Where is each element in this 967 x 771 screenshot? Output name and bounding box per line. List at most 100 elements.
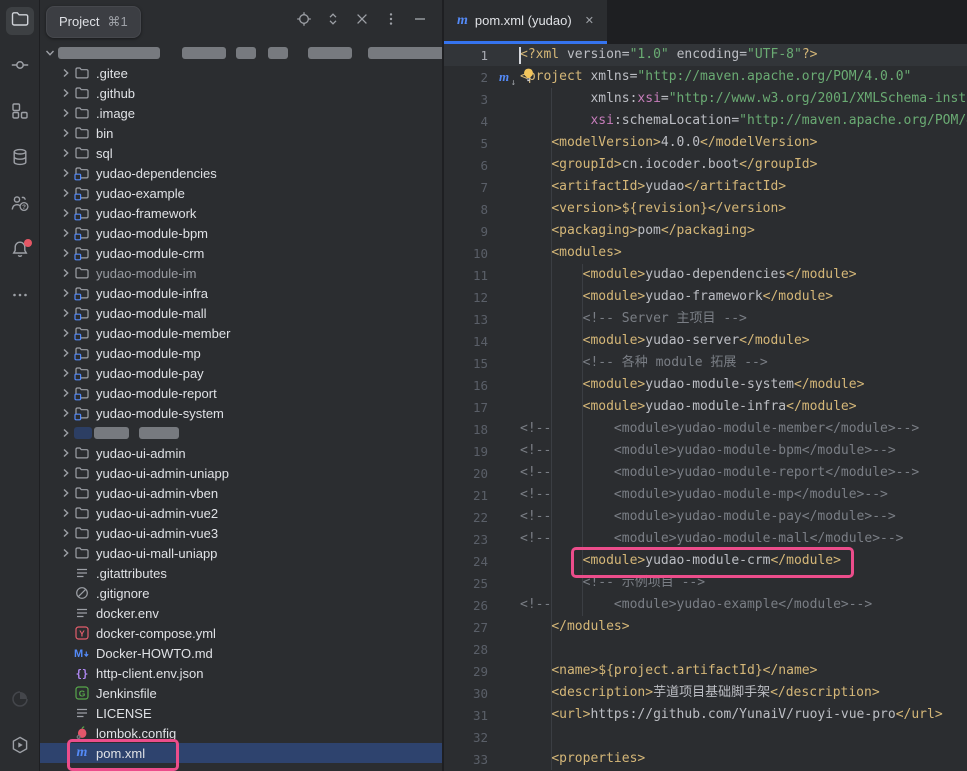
code-line-3[interactable]: 3 xmlns:xsi="http://www.w3.org/2001/XMLS…: [444, 88, 967, 110]
code-line-24[interactable]: 24 <module>yudao-module-crm</module>: [444, 550, 967, 572]
chevron-right-icon[interactable]: [58, 505, 74, 521]
code-line-32[interactable]: 32: [444, 726, 967, 748]
tree-item-yudao-module-system[interactable]: yudao-module-system: [40, 403, 442, 423]
tree-item-yudao-ui-admin-vue3[interactable]: yudao-ui-admin-vue3: [40, 523, 442, 543]
tree-item--gitattributes[interactable]: .gitattributes: [40, 563, 442, 583]
tree-item-yudao-ui-mall-uniapp[interactable]: yudao-ui-mall-uniapp: [40, 543, 442, 563]
tree-item-pom-xml[interactable]: mpom.xml: [40, 743, 442, 763]
chevron-right-icon[interactable]: [58, 465, 74, 481]
code-line-16[interactable]: 16 <module>yudao-module-system</module>: [444, 374, 967, 396]
code-line-4[interactable]: 4 xsi:schemaLocation="http://maven.apach…: [444, 110, 967, 132]
chevron-down-icon[interactable]: [42, 45, 58, 61]
activity-bar-structure-button[interactable]: [6, 99, 34, 127]
code-line-28[interactable]: 28: [444, 638, 967, 660]
tree-item-yudao-module-member[interactable]: yudao-module-member: [40, 323, 442, 343]
hide-button[interactable]: [410, 12, 430, 32]
code-line-33[interactable]: 33 <properties>: [444, 748, 967, 770]
code-line-22[interactable]: 22<!-- <module>yudao-module-pay</module>…: [444, 506, 967, 528]
code-line-15[interactable]: 15 <!-- 各种 module 拓展 -->: [444, 352, 967, 374]
chevron-right-icon[interactable]: [58, 365, 74, 381]
collapse-all-button[interactable]: [352, 12, 372, 32]
code-line-23[interactable]: 23<!-- <module>yudao-module-mall</module…: [444, 528, 967, 550]
chevron-right-icon[interactable]: [58, 245, 74, 261]
chevron-right-icon[interactable]: [58, 145, 74, 161]
maven-sync-gutter-icon[interactable]: m↓: [499, 70, 509, 84]
chevron-right-icon[interactable]: [58, 345, 74, 361]
activity-bar-services-button[interactable]: [6, 733, 34, 761]
chevron-right-icon[interactable]: [58, 385, 74, 401]
chevron-right-icon[interactable]: [58, 65, 74, 81]
tree-item-sql[interactable]: sql: [40, 143, 442, 163]
tree-item--gitignore[interactable]: .gitignore: [40, 583, 442, 603]
tree-item-yudao-module-mp[interactable]: yudao-module-mp: [40, 343, 442, 363]
tree-item-docker-compose-yml[interactable]: Ydocker-compose.yml: [40, 623, 442, 643]
options-button[interactable]: [381, 12, 401, 32]
code-line-27[interactable]: 27 </modules>: [444, 616, 967, 638]
activity-bar-commit-button[interactable]: [6, 53, 34, 81]
chevron-right-icon[interactable]: [58, 425, 74, 441]
tree-item-readme-md[interactable]: MREADME.md: [40, 763, 442, 771]
code-line-30[interactable]: 30 <description>芋道项目基础脚手架</description>: [444, 682, 967, 704]
code-line-7[interactable]: 7 <artifactId>yudao</artifactId>: [444, 176, 967, 198]
tree-item-yudao-dependencies[interactable]: yudao-dependencies: [40, 163, 442, 183]
tree-item--gitee[interactable]: .gitee: [40, 63, 442, 83]
tree-item-yudao-framework[interactable]: yudao-framework: [40, 203, 442, 223]
code-line-9[interactable]: 9 <packaging>pom</packaging>: [444, 220, 967, 242]
tree-item-redacted[interactable]: [40, 43, 442, 63]
activity-bar-help-community-button[interactable]: ?: [6, 191, 34, 219]
code-line-5[interactable]: 5 <modelVersion>4.0.0</modelVersion>: [444, 132, 967, 154]
chevron-right-icon[interactable]: [58, 125, 74, 141]
tree-item-yudao-example[interactable]: yudao-example: [40, 183, 442, 203]
tree-item-yudao-module-mall[interactable]: yudao-module-mall: [40, 303, 442, 323]
code-line-17[interactable]: 17 <module>yudao-module-infra</module>: [444, 396, 967, 418]
tree-item-yudao-module-pay[interactable]: yudao-module-pay: [40, 363, 442, 383]
chevron-right-icon[interactable]: [58, 265, 74, 281]
code-line-20[interactable]: 20<!-- <module>yudao-module-report</modu…: [444, 462, 967, 484]
activity-bar-notifications-button[interactable]: [6, 237, 34, 265]
chevron-right-icon[interactable]: [58, 325, 74, 341]
tree-item-yudao-ui-admin-vue2[interactable]: yudao-ui-admin-vue2: [40, 503, 442, 523]
code-line-29[interactable]: 29 <name>${project.artifactId}</name>: [444, 660, 967, 682]
code-line-19[interactable]: 19<!-- <module>yudao-module-bpm</module>…: [444, 440, 967, 462]
code-line-25[interactable]: 25 <!-- 示例项目 -->: [444, 572, 967, 594]
chevron-right-icon[interactable]: [58, 445, 74, 461]
code-line-12[interactable]: 12 <module>yudao-framework</module>: [444, 286, 967, 308]
close-tab-icon[interactable]: ✕: [585, 14, 594, 27]
code-line-11[interactable]: 11 <module>yudao-dependencies</module>: [444, 264, 967, 286]
tree-item-yudao-ui-admin-uniapp[interactable]: yudao-ui-admin-uniapp: [40, 463, 442, 483]
code-line-10[interactable]: 10 <modules>: [444, 242, 967, 264]
code-line-26[interactable]: 26<!-- <module>yudao-example</module>-->: [444, 594, 967, 616]
tree-item--image[interactable]: .image: [40, 103, 442, 123]
activity-bar-project-button[interactable]: [6, 7, 34, 35]
tree-item-yudao-module-crm[interactable]: yudao-module-crm: [40, 243, 442, 263]
chevron-right-icon[interactable]: [58, 525, 74, 541]
tree-item-docker-howto-md[interactable]: MDocker-HOWTO.md: [40, 643, 442, 663]
tree-item-yudao-module-infra[interactable]: yudao-module-infra: [40, 283, 442, 303]
intention-bulb-icon[interactable]: [521, 67, 536, 86]
tree-item-yudao-module-im[interactable]: yudao-module-im: [40, 263, 442, 283]
tree-item--github[interactable]: .github: [40, 83, 442, 103]
chevron-right-icon[interactable]: [58, 305, 74, 321]
activity-bar-more-tool-windows-button[interactable]: [6, 283, 34, 311]
code-line-31[interactable]: 31 <url>https://github.com/YunaiV/ruoyi-…: [444, 704, 967, 726]
tree-item-lombok-config[interactable]: lombok.config: [40, 723, 442, 743]
expand-all-button[interactable]: [323, 12, 343, 32]
code-line-13[interactable]: 13 <!-- Server 主项目 -->: [444, 308, 967, 330]
code-line-6[interactable]: 6 <groupId>cn.iocoder.boot</groupId>: [444, 154, 967, 176]
chevron-right-icon[interactable]: [58, 185, 74, 201]
chevron-right-icon[interactable]: [58, 105, 74, 121]
tree-item-yudao-module-report[interactable]: yudao-module-report: [40, 383, 442, 403]
code-line-1[interactable]: 1<?xml version="1.0" encoding="UTF-8"?>: [444, 44, 967, 66]
project-tab-button[interactable]: Project ⌘1: [46, 6, 141, 38]
chevron-right-icon[interactable]: [58, 545, 74, 561]
tree-item-docker-env[interactable]: docker.env: [40, 603, 442, 623]
tree-item-redacted[interactable]: [40, 423, 442, 443]
chevron-right-icon[interactable]: [58, 205, 74, 221]
tree-item-jenkinsfile[interactable]: GJenkinsfile: [40, 683, 442, 703]
tree-item-license[interactable]: LICENSE: [40, 703, 442, 723]
locate-file-button[interactable]: [294, 12, 314, 32]
tab-pom-xml[interactable]: m pom.xml (yudao) ✕: [444, 0, 607, 44]
code-line-8[interactable]: 8 <version>${revision}</version>: [444, 198, 967, 220]
chevron-right-icon[interactable]: [58, 165, 74, 181]
activity-bar-profiler-button[interactable]: [6, 687, 34, 715]
